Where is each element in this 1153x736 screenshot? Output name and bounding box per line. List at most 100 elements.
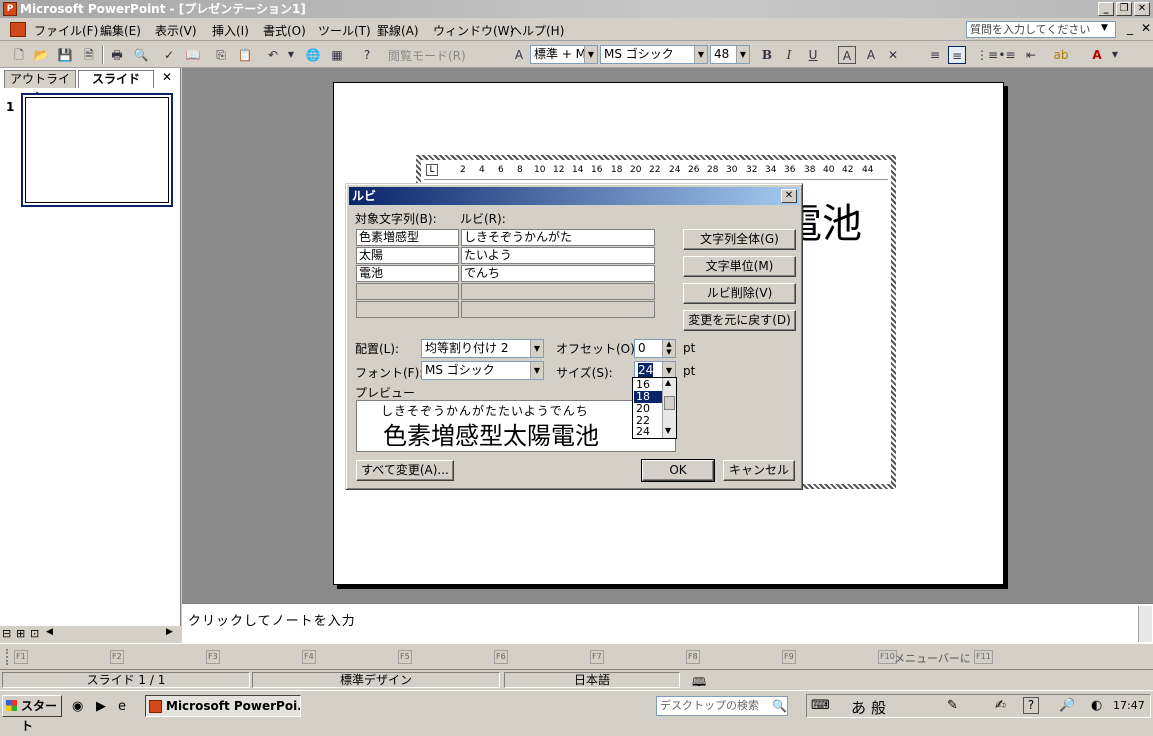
numbering-icon[interactable]: ⋮≡ [976, 46, 998, 64]
menu-help[interactable]: ヘルプ(H) [510, 22, 564, 39]
menu-file[interactable]: ファイル(F) [34, 22, 98, 39]
table-icon[interactable]: ▦ [328, 46, 346, 64]
font-size-combo[interactable]: 48 ▼ [710, 45, 750, 64]
quicklaunch-browser-icon[interactable]: ◉ [72, 699, 83, 714]
tab-outline[interactable]: アウトライン [4, 70, 76, 103]
font-combo[interactable]: MS ゴシック ▼ [600, 45, 708, 64]
ime-toolbar-icon[interactable]: ⌨ [811, 698, 830, 713]
powerpoint-icon[interactable]: P [3, 2, 17, 16]
ime-tool-icon[interactable]: ✎ [947, 698, 958, 713]
menu-edit[interactable]: 編集(E) [100, 22, 141, 39]
whole-string-button[interactable]: 文字列全体(G) [683, 229, 796, 250]
menu-table[interactable]: 罫線(A) [377, 22, 419, 39]
taskbar-powerpoint-button[interactable]: Microsoft PowerPoi... [145, 695, 301, 717]
align-left-icon[interactable]: ≡ [926, 46, 944, 64]
scroll-thumb[interactable] [664, 396, 675, 410]
italic-icon[interactable]: I [780, 46, 798, 64]
target-cell-1[interactable]: 色素増感型 [356, 229, 459, 246]
notes-scrollbar[interactable] [1138, 606, 1152, 642]
fkey-f1[interactable]: F1 [14, 650, 28, 664]
pane-close-icon[interactable]: ✕ [162, 70, 172, 84]
fkey-f4[interactable]: F4 [302, 650, 316, 664]
scroll-left-icon[interactable]: ◀ [46, 627, 53, 637]
research-icon[interactable]: 📖 [184, 46, 202, 64]
hyperlink-icon[interactable]: 🌐 [304, 46, 322, 64]
notes-pane[interactable]: クリックしてノートを入力 [182, 603, 1153, 643]
ime-conversion-mode-icon[interactable]: 般 [871, 697, 886, 718]
menu-insert[interactable]: 挿入(I) [212, 22, 249, 39]
target-cell-3[interactable]: 電池 [356, 265, 459, 282]
char-unit-button[interactable]: 文字単位(M) [683, 256, 796, 277]
save-icon[interactable]: 💾 [56, 46, 74, 64]
undo-icon[interactable]: ↶ [264, 46, 282, 64]
scroll-right-icon[interactable]: ▶ [166, 627, 173, 637]
reading-mode-button[interactable]: 閲覧モード(R) [388, 47, 466, 64]
permission-icon[interactable]: 🗎 [80, 46, 98, 64]
quicklaunch-ie-icon[interactable]: e [118, 699, 126, 714]
ime-input-mode-icon[interactable]: あ [851, 697, 866, 718]
style-combo[interactable]: 標準 + M ▼ [530, 45, 598, 64]
ruby-cell-3[interactable]: でんち [461, 265, 655, 282]
new-icon[interactable]: 🗋 [10, 46, 28, 64]
menu-window[interactable]: ウィンドウ(W) [433, 22, 514, 39]
tray-volume-icon[interactable]: ◐ [1091, 698, 1102, 713]
menu-view[interactable]: 表示(V) [155, 22, 197, 39]
font-color-a-icon[interactable]: A [862, 46, 880, 64]
desktop-search-icon[interactable]: 🔍 [772, 699, 787, 713]
ruby-cell-1[interactable]: しきそぞうかんがた [461, 229, 655, 246]
fkey-f6[interactable]: F6 [494, 650, 508, 664]
highlight-icon[interactable]: ab [1052, 46, 1070, 64]
change-all-button[interactable]: すべて変更(A)... [356, 460, 454, 481]
ime-help-icon[interactable]: ? [1023, 697, 1039, 714]
ruby-cell-2[interactable]: たいよう [461, 247, 655, 264]
fkey-f9[interactable]: F9 [782, 650, 796, 664]
size-option[interactable]: 24 [634, 426, 662, 438]
scroll-up-icon[interactable]: ▲ [665, 378, 671, 387]
copy-icon[interactable]: ⎘ [212, 46, 230, 64]
print-preview-icon[interactable]: 🔍 [132, 46, 150, 64]
fkey-f3[interactable]: F3 [206, 650, 220, 664]
target-cell-2[interactable]: 太陽 [356, 247, 459, 264]
dialog-close-icon[interactable]: ✕ [781, 189, 797, 203]
minimize-icon[interactable]: _ [1098, 2, 1114, 16]
fkey-f2[interactable]: F2 [110, 650, 124, 664]
indent-icon[interactable]: ⇤ [1022, 46, 1040, 64]
print-icon[interactable]: 🖶 [108, 46, 126, 64]
tab-slide[interactable]: スライド [78, 70, 154, 88]
doc-minimize-icon[interactable]: _ [1127, 21, 1133, 35]
font-style-icon[interactable]: A [510, 46, 528, 64]
text-effects-icon[interactable]: ✕ [884, 46, 902, 64]
normal-view-icon[interactable]: ⊟ [2, 627, 11, 640]
fkey-f7[interactable]: F7 [590, 650, 604, 664]
scroll-down-icon[interactable]: ▼ [665, 426, 671, 435]
offset-spinner[interactable]: 0 ▲ ▼ [634, 339, 676, 358]
bold-icon[interactable]: B [758, 46, 776, 64]
font-color-dropdown-icon[interactable]: ▼ [1106, 46, 1124, 64]
ime-pad-icon[interactable]: ✍ [995, 698, 1006, 713]
dropdown-scrollbar[interactable]: ▲ ▼ [662, 378, 676, 438]
desktop-search-input[interactable]: デスクトップの検索 [656, 696, 788, 716]
bullets-icon[interactable]: •≡ [998, 46, 1016, 64]
close-icon[interactable]: ✕ [1134, 2, 1150, 16]
help-icon[interactable]: ? [358, 46, 376, 64]
fkey-f11[interactable]: F11 [974, 650, 993, 664]
font-select[interactable]: MS ゴシック ▼ [421, 361, 544, 380]
title-bar[interactable]: P Microsoft PowerPoint - [プレゼンテーション1] _ … [0, 0, 1153, 18]
delete-ruby-button[interactable]: ルビ削除(V) [683, 283, 796, 304]
quicklaunch-media-icon[interactable]: ▶ [96, 699, 106, 714]
help-dropdown-icon[interactable]: ▼ [1101, 23, 1108, 33]
help-search-input[interactable]: 質問を入力してください [966, 21, 1116, 38]
shadow-icon[interactable]: A [838, 46, 856, 64]
undo-dropdown-icon[interactable]: ▼ [282, 46, 300, 64]
menu-tools[interactable]: ツール(T) [318, 22, 371, 39]
font-color-icon[interactable]: A [1088, 46, 1106, 64]
tray-search-icon[interactable]: 🔎 [1059, 698, 1075, 713]
open-icon[interactable]: 📂 [32, 46, 50, 64]
clock[interactable]: 17:47 [1113, 699, 1145, 712]
cancel-button[interactable]: キャンセル [723, 460, 795, 481]
dialog-title[interactable]: ルビ ✕ [349, 187, 799, 205]
paste-icon[interactable]: 📋 [236, 46, 254, 64]
align-center-icon[interactable]: ≡ [948, 46, 966, 64]
fkey-f5[interactable]: F5 [398, 650, 412, 664]
align-select[interactable]: 均等割り付け 2 ▼ [421, 339, 544, 358]
